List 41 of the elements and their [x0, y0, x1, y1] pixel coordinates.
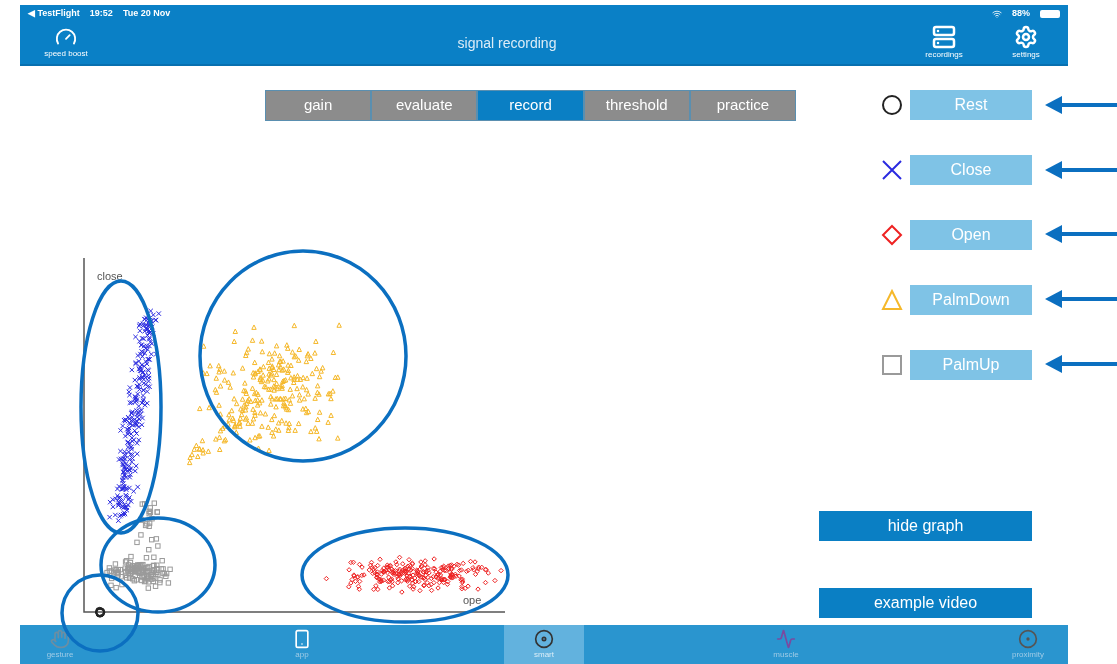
gesture-button[interactable]: PalmDown	[910, 285, 1032, 315]
segment-tab[interactable]: record	[478, 91, 583, 120]
waveform-icon	[776, 628, 796, 649]
gesture-button[interactable]: Open	[910, 220, 1032, 250]
status-time: 19:52	[89, 6, 113, 20]
segment-tab[interactable]: gain	[266, 91, 371, 120]
gesture-button[interactable]: Rest	[910, 90, 1032, 120]
nav-tab[interactable]: gesture	[20, 625, 100, 664]
wifi-icon	[992, 8, 1002, 19]
phone-icon	[292, 628, 312, 649]
gesture-button[interactable]: Close	[910, 155, 1032, 185]
hand-icon	[50, 628, 70, 649]
window-title: signal recording	[457, 33, 557, 53]
nav-tab[interactable]: muscle	[746, 625, 826, 664]
gesture-button[interactable]: PalmUp	[910, 350, 1032, 380]
nav-tab[interactable]: smart	[504, 625, 584, 664]
dome-icon	[1018, 628, 1038, 649]
segment-tab[interactable]: threshold	[584, 91, 689, 120]
segment-tab[interactable]: practice	[690, 91, 795, 120]
x-axis-label: ope	[463, 593, 482, 608]
settings-button[interactable]: settings	[998, 25, 1054, 61]
action-button[interactable]: hide graph	[819, 511, 1032, 541]
settings-icon	[1014, 25, 1038, 49]
server-icon	[932, 25, 956, 49]
battery-icon	[1040, 9, 1060, 18]
annotation-arrow	[1045, 96, 1117, 114]
status-date: Tue 20 Nov	[122, 6, 171, 20]
recordings-button[interactable]: recordings	[916, 25, 972, 61]
annotation-arrow	[1045, 225, 1117, 243]
annotation-arrow	[1045, 161, 1117, 179]
action-button[interactable]: example video	[819, 588, 1032, 618]
disc-icon	[534, 628, 554, 649]
nav-tab[interactable]: app	[262, 625, 342, 664]
back-link[interactable]: ◀ TestFlight	[28, 6, 80, 21]
annotation-arrow	[1045, 355, 1117, 373]
y-axis-label: close	[97, 269, 123, 284]
battery-percent: 88%	[1012, 6, 1030, 20]
nav-tab[interactable]: proximity	[988, 625, 1068, 664]
segment-tab[interactable]: evaluate	[372, 91, 477, 120]
speed-boost-button[interactable]: speed boost	[34, 26, 98, 60]
annotation-arrow	[1045, 290, 1117, 308]
